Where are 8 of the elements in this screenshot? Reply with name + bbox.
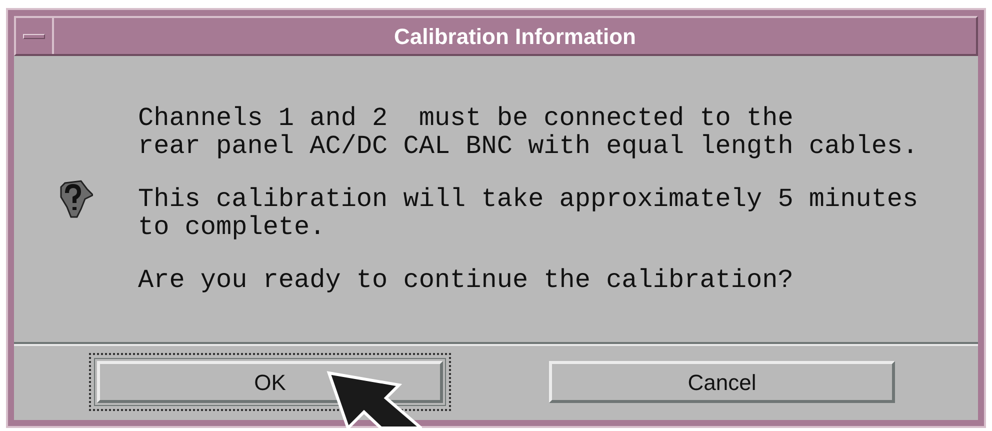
question-head-icon	[59, 179, 93, 219]
dialog-button[interactable]: OK	[89, 353, 451, 411]
message-paragraph: Are you ready to continue the calibration?	[138, 266, 794, 294]
window-title: Calibration Information	[394, 22, 636, 50]
mouse-pointer-icon	[326, 370, 422, 430]
menu-bar-icon	[23, 34, 45, 38]
message-paragraph: Channels 1 and 2 must be connected to the rear panel AC/DC CAL BNC with equal length cables.	[138, 104, 918, 160]
message-paragraph: This calibration will take approximately 5 minutes to complete.	[138, 185, 918, 241]
